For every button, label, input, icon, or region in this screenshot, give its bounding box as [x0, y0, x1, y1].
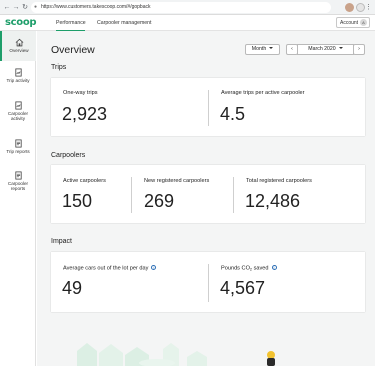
tab-performance[interactable]: Performance [56, 15, 86, 31]
url-text: https://www.customers.takescoop.com/#/go… [41, 4, 151, 10]
stat-label-text: Pounds CO [221, 265, 250, 272]
divider [208, 264, 209, 302]
info-icon[interactable]: i [271, 265, 277, 270]
section-heading-carpoolers: Carpoolers [51, 152, 86, 159]
period-select[interactable]: Month [245, 44, 280, 55]
chevron-left-icon: ‹ [291, 46, 293, 52]
browser-toolbar: ← → ↻ ● https://www.customers.takescoop.… [0, 0, 375, 15]
info-icon[interactable]: i [151, 265, 157, 270]
sidebar-item-label: Trip activity [6, 78, 30, 83]
tab-carpooler-management[interactable]: Carpooler management [97, 15, 152, 31]
account-label: Account [340, 20, 359, 26]
menu-dots-icon[interactable]: ⋮ [365, 2, 372, 13]
chevron-right-icon: › [358, 46, 360, 52]
stat-value: 49 [62, 278, 83, 298]
city-illustration [77, 343, 275, 366]
trip-activity-icon [14, 68, 22, 77]
stat-value: 2,923 [62, 104, 108, 124]
stat-label-text: Average cars out of the lot per day [63, 265, 149, 272]
impact-card: Average cars out of the lot per day i 49 … [51, 252, 365, 312]
profile-avatar-icon[interactable] [345, 3, 354, 12]
section-heading-impact: Impact [51, 238, 73, 245]
carpooler-reports-icon [14, 171, 22, 180]
page-title: Overview [51, 44, 95, 56]
stat-value: 4,567 [220, 278, 266, 298]
back-icon[interactable]: ← [3, 2, 11, 13]
chevron-down-icon [338, 47, 343, 49]
stat-label-text: saved [252, 265, 269, 272]
sidebar-item-label: Carpooler activity [7, 111, 29, 122]
month-select[interactable]: March 2020 [297, 44, 354, 55]
sidebar-item-label: Overview [9, 48, 29, 53]
carpooler-activity-icon [14, 101, 22, 110]
reload-icon[interactable]: ↻ [21, 2, 29, 13]
address-bar[interactable]: ● https://www.customers.takescoop.com/#/… [31, 2, 331, 13]
stat-label: Pounds CO2 saved i [221, 265, 277, 272]
app-header: scoop Performance Carpooler management A… [0, 15, 375, 31]
sidebar-item-trip-activity[interactable]: Trip activity [0, 68, 36, 90]
month-select-label: March 2020 [308, 46, 336, 52]
divider [131, 177, 132, 213]
extension-icon[interactable] [356, 3, 365, 12]
sidebar: Overview Trip activity Carpooler activit… [0, 31, 36, 366]
trip-reports-icon [14, 139, 22, 148]
lock-icon: ● [34, 4, 38, 10]
carpoolers-card: Active carpoolers 150 New registered car… [51, 165, 365, 223]
stat-value: 150 [62, 191, 93, 211]
home-icon [15, 38, 23, 47]
chevron-down-icon [269, 47, 274, 49]
sidebar-item-trip-reports[interactable]: Trip reports [0, 139, 36, 161]
sidebar-item-carpooler-reports[interactable]: Carpooler reports [0, 171, 36, 199]
trips-card: One-way trips 2,923 Average trips per ac… [51, 78, 365, 136]
stat-label: Active carpoolers [63, 178, 106, 184]
forward-icon[interactable]: → [12, 2, 20, 13]
sidebar-item-label: Trip reports [6, 149, 30, 154]
stat-label: One-way trips [63, 90, 98, 96]
divider [208, 90, 209, 126]
account-avatar: A [360, 19, 367, 26]
period-select-label: Month [251, 46, 267, 52]
divider [233, 177, 234, 213]
stat-value: 4.5 [220, 104, 246, 124]
stat-label: New registered carpoolers [144, 178, 210, 184]
sidebar-item-overview[interactable]: Overview [0, 31, 36, 61]
stat-label: Average cars out of the lot per day i [63, 265, 157, 272]
main-content: Overview Month ‹ March 2020 › Trips One-… [37, 31, 375, 366]
sidebar-item-label: Carpooler reports [7, 181, 29, 192]
next-month-button[interactable]: › [353, 44, 365, 55]
stat-value: 269 [144, 191, 175, 211]
account-button[interactable]: Account A [336, 17, 370, 28]
stat-label: Average trips per active carpooler [221, 90, 305, 96]
section-heading-trips: Trips [51, 64, 67, 71]
stat-label: Total registered carpoolers [246, 178, 312, 184]
scoop-logo: scoop [5, 17, 37, 28]
sidebar-item-carpooler-activity[interactable]: Carpooler activity [0, 101, 36, 129]
stat-value: 12,486 [245, 191, 301, 211]
